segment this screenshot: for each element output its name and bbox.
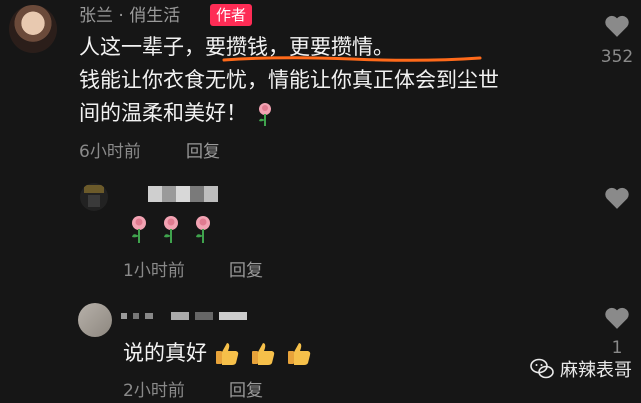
author-name[interactable]: 张兰 · 俏生活 — [79, 4, 180, 28]
reply-button[interactable]: 回复 — [186, 141, 220, 163]
comment-line-2: 钱能让你衣食无忧，情能让你真正体会到尘世 — [79, 68, 499, 92]
reply-2-username-pixelated[interactable] — [121, 312, 247, 320]
watermark-text: 麻辣表哥 — [560, 360, 632, 381]
rose-emoji-icon — [132, 216, 146, 243]
reply-2-text: 说的真好 — [123, 338, 315, 368]
reply-2-like-count: 1 — [611, 338, 623, 358]
thumbs-up-emoji-icon — [216, 343, 239, 365]
author-avatar[interactable] — [9, 5, 57, 53]
reply-1-like-heart-icon[interactable] — [604, 186, 630, 210]
comment-line-3: 间的温柔和美好！ — [79, 97, 584, 130]
reply-2-like-heart-icon[interactable] — [604, 306, 630, 330]
reply-1-time: 1小时前 — [123, 261, 185, 281]
wechat-icon — [530, 358, 554, 379]
like-heart-icon[interactable] — [604, 14, 630, 38]
reply-2-reply-button[interactable]: 回复 — [229, 380, 263, 402]
comment-time: 6小时前 — [79, 142, 141, 162]
rose-emoji-icon — [196, 216, 210, 243]
watermark: 麻辣表哥 — [530, 356, 632, 382]
rose-emoji-icon — [258, 103, 271, 126]
reply-1-reply-button[interactable]: 回复 — [229, 260, 263, 282]
reply-2-time: 2小时前 — [123, 381, 185, 401]
reply-1-avatar[interactable] — [80, 183, 108, 211]
author-badge: 作者 — [210, 4, 253, 26]
rose-emoji-icon — [164, 216, 178, 243]
thumbs-up-emoji-icon — [252, 343, 275, 365]
comment-text: 人这一辈子，要攒钱，更要攒情。 钱能让你衣食无忧，情能让你真正体会到尘世 间的温… — [79, 31, 584, 130]
reply-1-text — [128, 214, 214, 244]
like-count: 352 — [600, 47, 634, 67]
thumbs-up-emoji-icon — [288, 343, 311, 365]
reply-2-avatar[interactable] — [78, 303, 112, 337]
handdrawn-underline — [222, 56, 482, 62]
reply-1-username-pixelated[interactable] — [148, 186, 218, 202]
